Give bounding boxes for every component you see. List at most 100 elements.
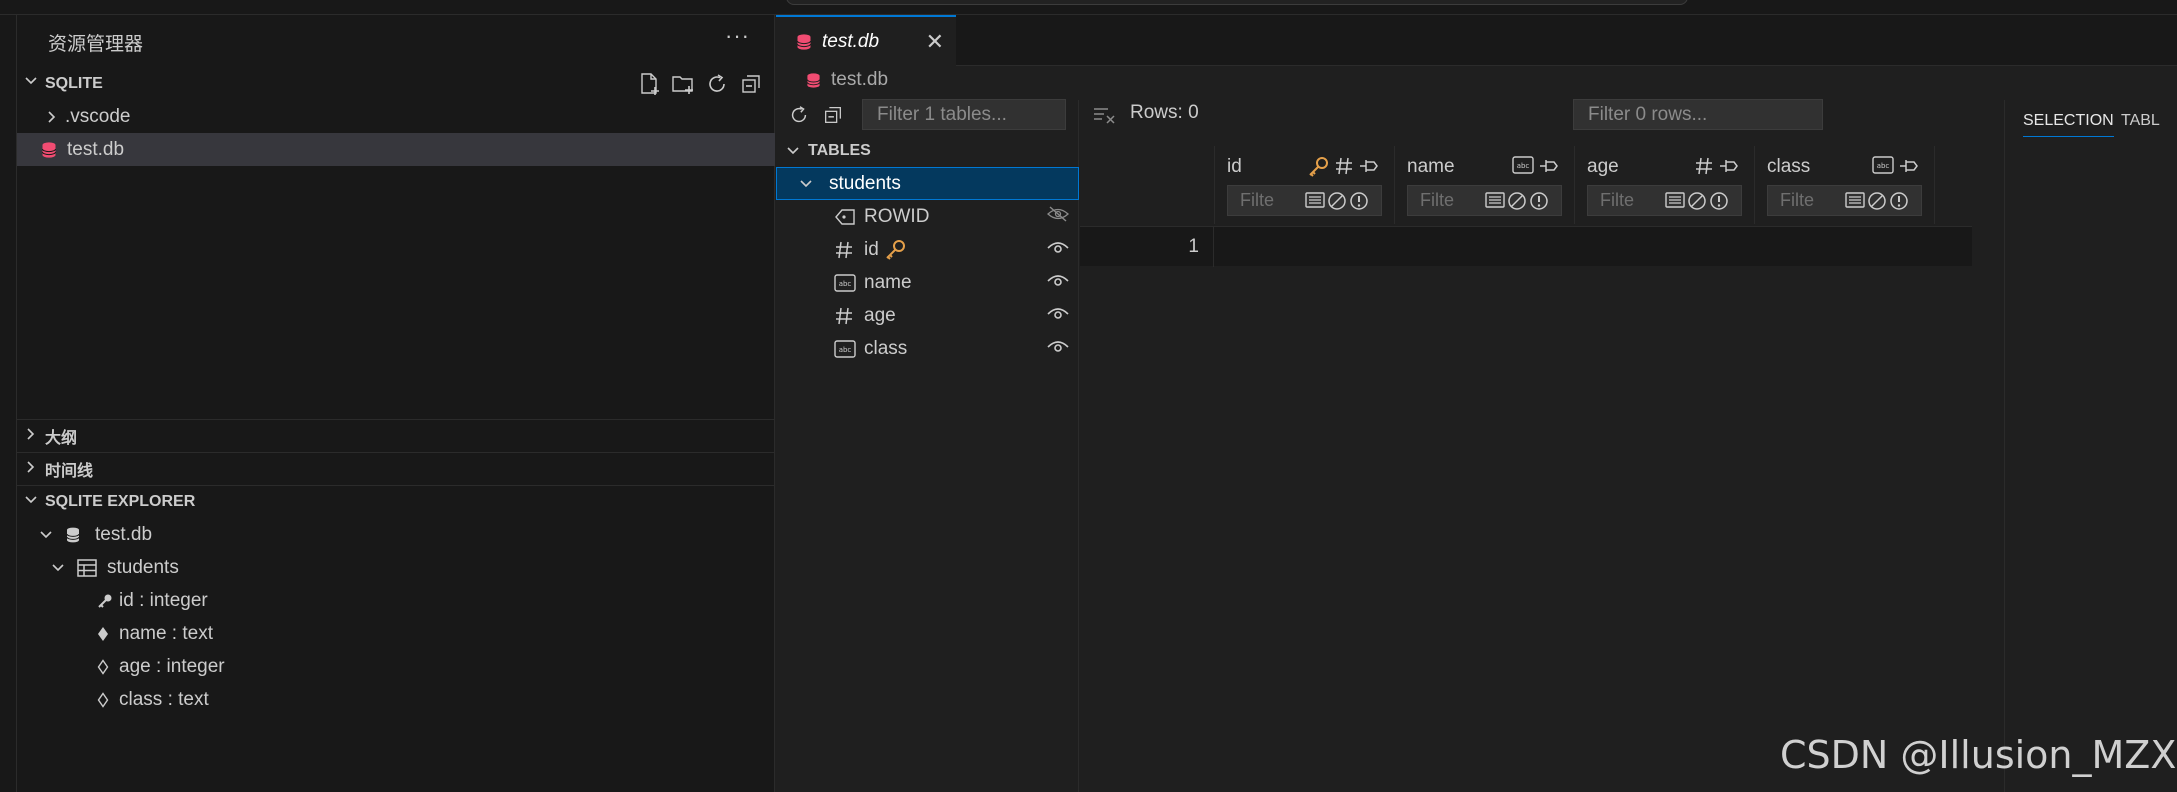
chevron-down-icon	[786, 144, 808, 158]
eye-icon[interactable]	[1047, 338, 1069, 360]
pin-icon[interactable]	[1898, 156, 1920, 176]
outline-label: 大纲	[45, 430, 78, 447]
eye-icon[interactable]	[1047, 239, 1069, 261]
refresh-icon[interactable]	[788, 104, 810, 126]
column-header-age[interactable]: age Filte	[1575, 146, 1755, 224]
command-center[interactable]	[786, 0, 1688, 5]
column-item-class[interactable]: abc class	[776, 332, 1079, 365]
list-icon[interactable]	[1305, 191, 1325, 211]
tag-icon	[834, 208, 864, 226]
chevron-right-icon	[17, 427, 45, 446]
column-filter-name[interactable]: Filte	[1407, 185, 1562, 216]
column-filter-placeholder: Filte	[1600, 190, 1635, 210]
eye-closed-icon[interactable]	[1047, 205, 1069, 228]
more-actions-icon[interactable]: ···	[725, 23, 750, 49]
collapse-all-icon[interactable]	[822, 104, 844, 126]
column-header-name[interactable]: name abc Filte	[1395, 146, 1575, 224]
tab-test-db[interactable]: test.db ✕	[776, 15, 956, 66]
table-item-students[interactable]: students	[776, 167, 1079, 200]
diamond-outline-icon	[97, 691, 119, 708]
column-header-class[interactable]: class abc Filte	[1755, 146, 1935, 224]
explorer-title: 资源管理器	[48, 34, 144, 55]
null-icon[interactable]	[1327, 191, 1347, 211]
database-icon	[796, 33, 812, 51]
tab-table[interactable]: TABL	[2121, 112, 2160, 130]
chevron-right-icon	[45, 110, 65, 124]
list-icon[interactable]	[1665, 191, 1685, 211]
tables-panel: Filter 1 tables... TABLES students ROWID	[776, 99, 1079, 792]
pin-icon[interactable]	[1538, 156, 1560, 176]
close-icon[interactable]: ✕	[926, 29, 944, 55]
tables-filter-input[interactable]: Filter 1 tables...	[862, 99, 1066, 130]
rows-filter-input[interactable]: Filter 0 rows...	[1573, 99, 1823, 130]
sqlite-column-label: class : text	[119, 688, 209, 710]
pin-icon[interactable]	[1718, 156, 1740, 176]
warning-icon[interactable]	[1709, 191, 1729, 211]
tables-header-label: TABLES	[808, 141, 871, 159]
eye-icon[interactable]	[1047, 305, 1069, 327]
text-type-icon: abc	[1512, 156, 1534, 176]
explorer-sidebar: 资源管理器 ··· SQLITE .vscode test.db 大纲 时间线 …	[17, 15, 775, 792]
tree-item-vscode[interactable]: .vscode	[17, 100, 775, 133]
warning-icon[interactable]	[1529, 191, 1549, 211]
workspace-section-header[interactable]: SQLITE	[17, 67, 775, 100]
table-icon	[77, 558, 107, 577]
sqlite-column-item[interactable]: id : integer	[17, 584, 775, 617]
chevron-down-icon	[17, 74, 45, 93]
sqlite-db-node[interactable]: test.db	[17, 518, 775, 551]
outline-section-header[interactable]: 大纲	[17, 419, 775, 452]
sqlite-column-item[interactable]: name : text	[17, 617, 775, 650]
hash-icon	[1694, 156, 1714, 176]
sqlite-column-label: age : integer	[119, 655, 225, 677]
sqlite-column-item[interactable]: class : text	[17, 683, 775, 716]
new-folder-icon[interactable]	[671, 72, 695, 96]
rows-count: Rows: 0	[1130, 102, 1199, 123]
null-icon[interactable]	[1687, 191, 1707, 211]
null-icon[interactable]	[1867, 191, 1887, 211]
list-icon[interactable]	[1845, 191, 1865, 211]
column-item-age[interactable]: age	[776, 299, 1079, 332]
new-file-icon[interactable]	[637, 72, 661, 96]
column-filter-placeholder: Filte	[1420, 190, 1455, 210]
refresh-icon[interactable]	[705, 72, 729, 96]
column-item-label: ROWID	[864, 205, 930, 227]
collapse-all-icon[interactable]	[739, 72, 763, 96]
sqlite-explorer-section-header[interactable]: SQLITE EXPLORER	[17, 485, 775, 518]
eye-icon[interactable]	[1047, 272, 1069, 294]
clear-filter-icon[interactable]	[1092, 105, 1116, 125]
column-filter-class[interactable]: Filte	[1767, 185, 1922, 216]
tab-selection[interactable]: SELECTION	[2023, 112, 2114, 137]
warning-icon[interactable]	[1349, 191, 1369, 211]
pin-icon[interactable]	[1358, 156, 1380, 178]
column-item-name[interactable]: abc name	[776, 266, 1079, 299]
column-item-rowid[interactable]: ROWID	[776, 200, 1079, 233]
row-number-header	[1080, 146, 1215, 224]
table-row[interactable]: 1	[1080, 226, 1972, 267]
text-type-icon: abc	[1872, 156, 1894, 176]
database-icon	[65, 526, 95, 544]
column-filter-age[interactable]: Filte	[1587, 185, 1742, 216]
column-filter-id[interactable]: Filte	[1227, 185, 1382, 216]
tree-item-label: .vscode	[65, 105, 131, 127]
breadcrumb[interactable]: test.db	[806, 69, 888, 91]
tree-item-test-db[interactable]: test.db	[17, 133, 775, 166]
watermark: CSDN @Illusion_MZX	[1780, 733, 2177, 777]
list-icon[interactable]	[1485, 191, 1505, 211]
sqlite-column-label: name : text	[119, 622, 213, 644]
tab-label: test.db	[822, 30, 880, 52]
column-header-id[interactable]: id Filte	[1215, 146, 1395, 224]
null-icon[interactable]	[1507, 191, 1527, 211]
tab-bar: test.db ✕	[776, 15, 2177, 66]
hash-icon	[834, 240, 864, 260]
tables-section-header[interactable]: TABLES	[776, 134, 1079, 167]
sqlite-table-node[interactable]: students	[17, 551, 775, 584]
timeline-section-header[interactable]: 时间线	[17, 452, 775, 485]
warning-icon[interactable]	[1889, 191, 1909, 211]
column-item-id[interactable]: id	[776, 233, 1079, 266]
timeline-label: 时间线	[45, 463, 94, 480]
column-header-label: age	[1587, 156, 1619, 177]
column-item-label: id	[864, 238, 879, 260]
sqlite-explorer-label: SQLITE EXPLORER	[45, 493, 196, 510]
sqlite-column-item[interactable]: age : integer	[17, 650, 775, 683]
details-panel: SELECTION TABL	[2004, 100, 2177, 792]
